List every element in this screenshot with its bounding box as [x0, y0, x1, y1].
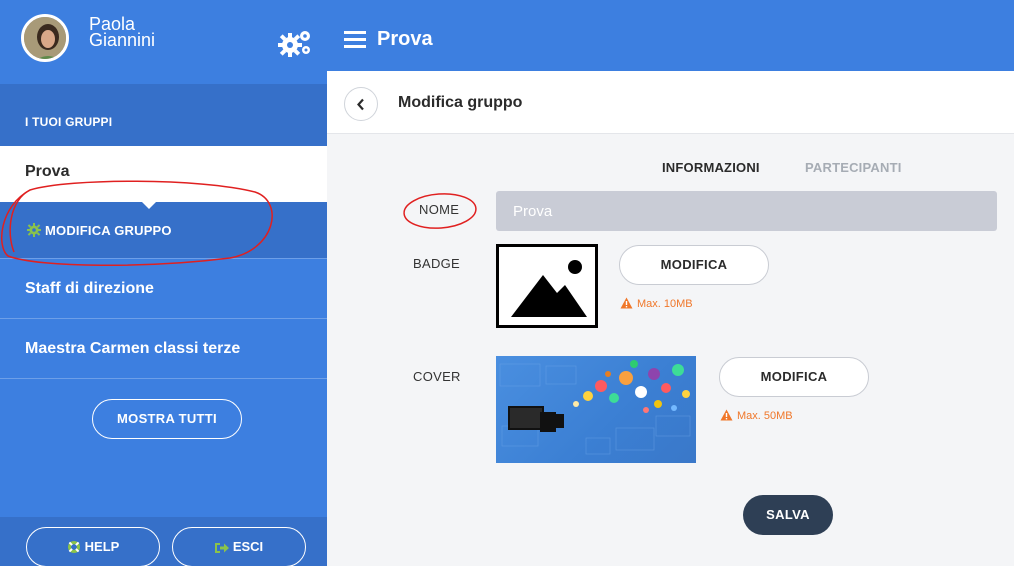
- warning-icon: [720, 409, 733, 421]
- hamburger-menu-icon[interactable]: [344, 30, 366, 48]
- sidebar-item-label: Prova: [25, 163, 70, 180]
- sidebar-item-label: Maestra Carmen classi terze: [25, 340, 241, 357]
- groups-header-label: I TUOI GRUPPI: [25, 115, 113, 129]
- sidebar: Paola Giannini I TUOI GRUPPI Prova MODIF…: [0, 0, 327, 566]
- help-button[interactable]: HELP: [26, 527, 160, 566]
- top-bar: Prova: [327, 0, 1014, 71]
- image-placeholder-icon: [511, 260, 587, 317]
- avatar[interactable]: [21, 14, 69, 62]
- divider: [0, 378, 327, 379]
- badge-size-limit-text: Max. 10MB: [637, 298, 693, 310]
- badge-edit-button[interactable]: MODIFICA: [619, 245, 769, 285]
- active-caret: [141, 201, 157, 209]
- badge-image: [496, 244, 598, 328]
- exit-button[interactable]: ESCI: [172, 527, 306, 566]
- sidebar-item-maestra[interactable]: Maestra Carmen classi terze: [0, 318, 327, 378]
- back-button[interactable]: [344, 87, 378, 121]
- user-last-name: Giannini: [89, 30, 156, 50]
- cover-illustration: [499, 360, 691, 455]
- badge-label: BADGE: [413, 256, 461, 271]
- show-all-button[interactable]: MOSTRA TUTTI: [92, 399, 242, 439]
- tab-informazioni[interactable]: INFORMAZIONI: [662, 160, 760, 175]
- section-title: Modifica gruppo: [398, 94, 523, 111]
- sidebar-item-active-group[interactable]: Prova: [0, 146, 327, 202]
- sign-out-icon: [214, 543, 229, 553]
- profile-header: Paola Giannini: [0, 0, 327, 84]
- sidebar-footer: HELP ESCI: [0, 517, 327, 566]
- name-input[interactable]: [496, 191, 997, 231]
- tab-partecipanti[interactable]: PARTECIPANTI: [805, 160, 902, 175]
- app-window: Paola Giannini I TUOI GRUPPI Prova MODIF…: [0, 0, 1014, 566]
- cover-label: COVER: [413, 369, 461, 384]
- exit-label: ESCI: [232, 539, 264, 554]
- warning-icon: [620, 297, 633, 309]
- sidebar-item-staff[interactable]: Staff di direzione: [0, 258, 327, 318]
- help-label: HELP: [84, 539, 120, 554]
- gears-icon[interactable]: [278, 28, 312, 58]
- cover-size-limit-text: Max. 50MB: [737, 410, 793, 422]
- sidebar-item-label: MODIFICA GRUPPO: [45, 223, 172, 238]
- cover-image: [496, 356, 696, 463]
- cover-edit-button[interactable]: MODIFICA: [719, 357, 869, 397]
- sidebar-item-label: Staff di direzione: [25, 280, 154, 297]
- sidebar-item-edit-group[interactable]: MODIFICA GRUPPO: [0, 201, 327, 258]
- cover-size-limit: Max. 50MB: [720, 409, 793, 422]
- user-name[interactable]: Paola Giannini: [89, 15, 239, 50]
- save-button[interactable]: SALVA: [743, 495, 833, 535]
- badge-size-limit: Max. 10MB: [620, 297, 693, 310]
- lifebuoy-icon: [67, 541, 80, 553]
- name-label: NOME: [419, 202, 460, 217]
- edit-group-form: INFORMAZIONI PARTECIPANTI NOME BADGE MOD…: [327, 134, 1014, 566]
- chevron-left-icon: [357, 98, 364, 111]
- gear-icon: [27, 223, 41, 237]
- groups-header: I TUOI GRUPPI: [0, 84, 327, 146]
- page-title: Prova: [377, 28, 433, 50]
- sub-header: Modifica gruppo: [327, 71, 1014, 134]
